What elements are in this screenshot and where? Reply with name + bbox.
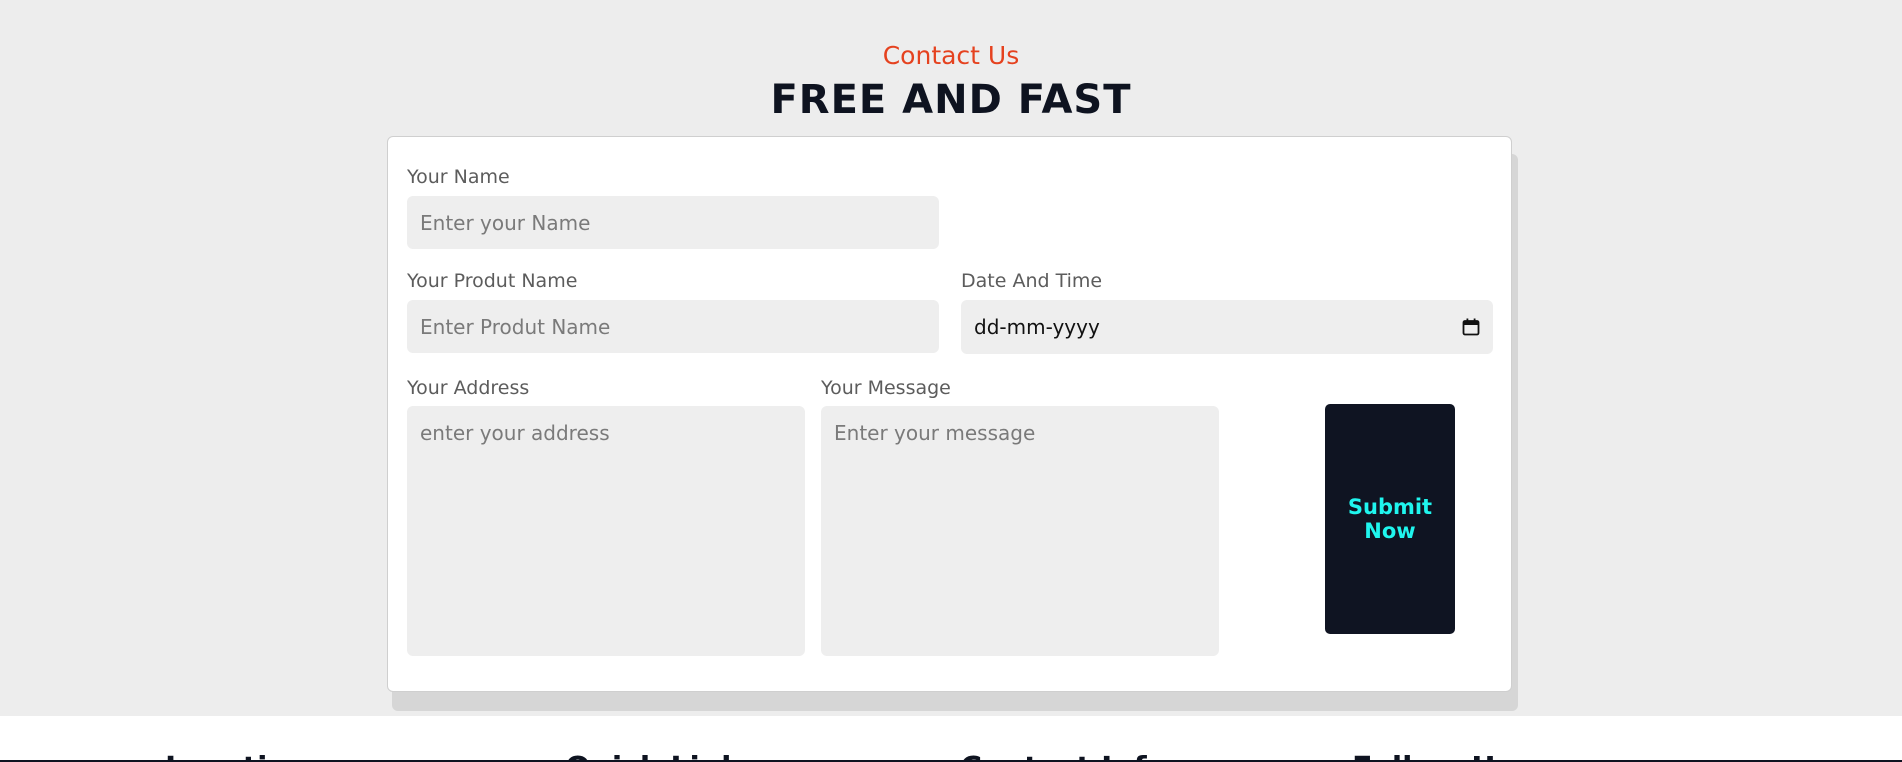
product-label: Your Produt Name	[407, 270, 578, 292]
footer: Location Quick Links Contact Info Follow…	[0, 716, 1902, 762]
address-textarea[interactable]	[407, 406, 805, 656]
contact-page: Contact Us FREE AND FAST Your Name Your …	[0, 0, 1902, 762]
message-textarea[interactable]	[821, 406, 1219, 656]
contact-form: Your Name Your Produt Name Date And Time…	[387, 136, 1512, 692]
product-input[interactable]	[407, 300, 939, 353]
datetime-value: dd-mm-yyyy	[974, 315, 1100, 339]
datetime-label: Date And Time	[961, 270, 1103, 292]
datetime-input[interactable]: dd-mm-yyyy	[961, 300, 1493, 354]
submit-button[interactable]: Submit Now	[1325, 404, 1455, 634]
section-title: FREE AND FAST	[770, 77, 1132, 123]
calendar-icon[interactable]	[1462, 318, 1480, 336]
name-input[interactable]	[407, 196, 939, 249]
address-label: Your Address	[407, 377, 530, 399]
section-eyebrow: Contact Us	[882, 41, 1020, 70]
message-label: Your Message	[821, 377, 951, 399]
name-label: Your Name	[407, 166, 510, 188]
